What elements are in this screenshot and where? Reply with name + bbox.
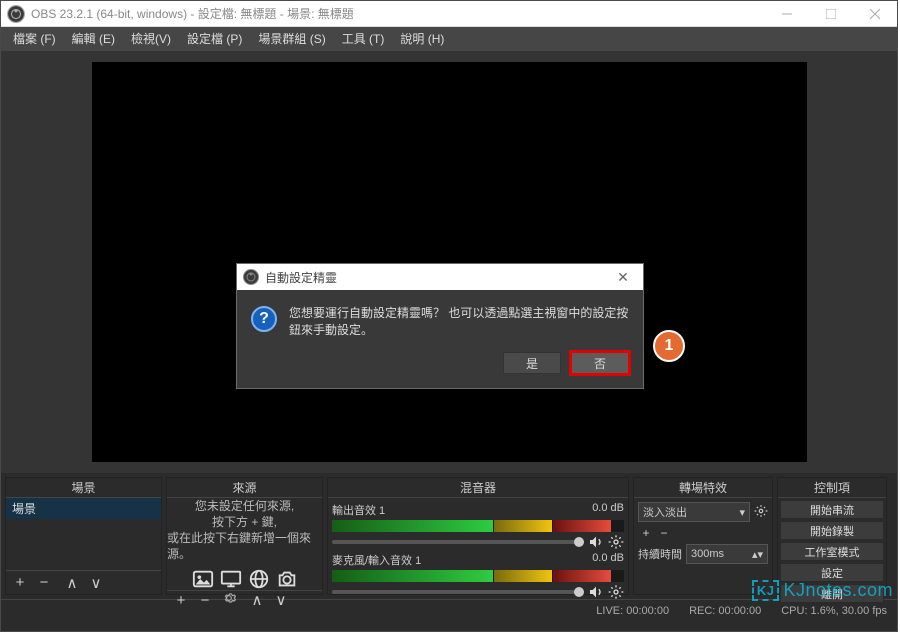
speaker-icon[interactable]	[588, 534, 604, 550]
minimize-button[interactable]	[765, 1, 809, 27]
move-down-icon[interactable]: ∨	[86, 574, 106, 592]
remove-icon[interactable]: −	[656, 526, 672, 540]
titlebar[interactable]: OBS 23.2.1 (64-bit, windows) - 設定檔: 無標題 …	[1, 1, 897, 27]
move-up-icon[interactable]: ∧	[247, 591, 267, 609]
menu-help[interactable]: 說明 (H)	[392, 27, 452, 51]
duration-label: 持續時間	[638, 546, 682, 562]
chevron-down-icon: ▾	[739, 506, 745, 519]
menu-profile[interactable]: 設定檔 (P)	[179, 27, 250, 51]
transitions-body: 淡入淡出▾ + − 持續時間 300ms▴▾	[634, 498, 772, 594]
add-icon[interactable]: +	[171, 592, 191, 609]
menu-edit[interactable]: 編輯 (E)	[64, 27, 123, 51]
scene-item[interactable]: 場景	[6, 498, 161, 519]
dialog-buttons: 是 否	[237, 342, 643, 388]
transition-select[interactable]: 淡入淡出▾	[638, 502, 750, 522]
sources-toolbar: + − ∧ ∨	[167, 590, 322, 609]
sources-header: 來源	[167, 478, 322, 498]
menu-file[interactable]: 檔案 (F)	[5, 27, 64, 51]
camera-source-icon	[276, 568, 298, 590]
maximize-button[interactable]	[809, 1, 853, 27]
obs-logo-icon	[7, 5, 25, 23]
channel-name: 麥克風/輸入音效 1	[332, 552, 421, 568]
transitions-header: 轉場特效	[634, 478, 772, 498]
scenes-list[interactable]: 場景	[6, 498, 161, 570]
add-icon[interactable]: +	[10, 574, 30, 591]
controls-header: 控制項	[778, 478, 886, 498]
audio-meter	[332, 520, 624, 532]
transition-add-remove: + −	[638, 526, 672, 540]
close-button[interactable]	[853, 1, 897, 27]
sources-panel: 來源 您未設定任何來源, 按下方 + 鍵, 或在此按下右鍵新增一個來源。 + −…	[166, 477, 323, 595]
speaker-icon[interactable]	[588, 584, 604, 600]
annotation-badge: 1	[653, 330, 685, 362]
move-up-icon[interactable]: ∧	[62, 574, 82, 592]
gear-icon[interactable]	[608, 534, 624, 550]
menu-view[interactable]: 檢視(V)	[123, 27, 179, 51]
volume-slider[interactable]	[332, 590, 584, 594]
mixer-body: 輸出音效 1 0.0 dB 麥克風/輸入音效 1	[328, 498, 628, 604]
settings-button[interactable]: 設定	[780, 563, 884, 582]
no-button[interactable]: 否	[571, 352, 629, 374]
gear-icon[interactable]	[754, 504, 768, 521]
menubar: 檔案 (F) 編輯 (E) 檢視(V) 設定檔 (P) 場景群組 (S) 工具 …	[1, 27, 897, 51]
preview-canvas[interactable]	[92, 62, 807, 462]
window-buttons	[765, 1, 897, 27]
main-window: OBS 23.2.1 (64-bit, windows) - 設定檔: 無標題 …	[0, 0, 898, 632]
status-cpu: CPU: 1.6%, 30.00 fps	[781, 605, 887, 617]
channel-db: 0.0 dB	[592, 502, 624, 518]
sources-empty-help[interactable]: 您未設定任何來源, 按下方 + 鍵, 或在此按下右鍵新增一個來源。	[167, 498, 322, 590]
exit-button[interactable]: 離開	[780, 584, 884, 603]
dialog-content: ? 您想要運行自動設定精靈嗎？ 也可以透過點選主視窗中的設定按鈕來手動設定。	[237, 290, 643, 342]
mixer-header: 混音器	[328, 478, 628, 498]
remove-icon[interactable]: −	[195, 592, 215, 609]
start-streaming-button[interactable]: 開始串流	[780, 500, 884, 519]
spinner-icon: ▴▾	[752, 548, 763, 561]
close-icon[interactable]: ✕	[603, 269, 643, 286]
scenes-toolbar: + − ∧ ∨	[6, 570, 161, 594]
controls-body: 開始串流 開始錄製 工作室模式 設定 離開	[778, 498, 886, 605]
dialog-titlebar[interactable]: 自動設定精靈 ✕	[237, 264, 643, 290]
sources-help-line: 您未設定任何來源,	[195, 498, 294, 514]
gear-icon[interactable]	[219, 591, 239, 609]
dialog-title: 自動設定精靈	[265, 269, 603, 286]
add-icon[interactable]: +	[638, 526, 654, 540]
mixer-channel: 麥克風/輸入音效 1 0.0 dB	[332, 552, 624, 600]
duration-input[interactable]: 300ms▴▾	[686, 544, 768, 564]
status-live: LIVE: 00:00:00	[596, 605, 669, 617]
window-title: OBS 23.2.1 (64-bit, windows) - 設定檔: 無標題 …	[31, 5, 765, 22]
move-down-icon[interactable]: ∨	[271, 591, 291, 609]
remove-icon[interactable]: −	[34, 574, 54, 591]
mixer-channel: 輸出音效 1 0.0 dB	[332, 502, 624, 550]
auto-config-dialog: 自動設定精靈 ✕ ? 您想要運行自動設定精靈嗎？ 也可以透過點選主視窗中的設定按…	[236, 263, 644, 389]
source-type-icons	[192, 568, 298, 590]
image-source-icon	[192, 568, 214, 590]
dialog-message: 您想要運行自動設定精靈嗎？ 也可以透過點選主視窗中的設定按鈕來手動設定。	[289, 304, 629, 338]
gear-icon[interactable]	[608, 584, 624, 600]
yes-button[interactable]: 是	[503, 352, 561, 374]
transitions-panel: 轉場特效 淡入淡出▾ + − 持續時間 300ms▴▾	[633, 477, 773, 595]
panel-row: 場景 場景 + − ∧ ∨ 來源 您未設定任何來源, 按下方 + 鍵, 或在此按…	[1, 473, 897, 599]
scenes-header: 場景	[6, 478, 161, 498]
mixer-panel: 混音器 輸出音效 1 0.0 dB	[327, 477, 629, 595]
sources-help-line: 按下方 + 鍵,	[212, 514, 277, 530]
status-rec: REC: 00:00:00	[689, 605, 761, 617]
sources-help-line: 或在此按下右鍵新增一個來源。	[167, 530, 322, 562]
menu-tools[interactable]: 工具 (T)	[334, 27, 393, 51]
studio-mode-button[interactable]: 工作室模式	[780, 542, 884, 561]
volume-slider[interactable]	[332, 540, 584, 544]
globe-source-icon	[248, 568, 270, 590]
controls-panel: 控制項 開始串流 開始錄製 工作室模式 設定 離開	[777, 477, 887, 595]
question-icon: ?	[251, 306, 277, 332]
preview-area	[1, 51, 897, 473]
menu-scene-collection[interactable]: 場景群組 (S)	[250, 27, 333, 51]
display-source-icon	[220, 568, 242, 590]
audio-meter	[332, 570, 624, 582]
channel-name: 輸出音效 1	[332, 502, 385, 518]
scenes-panel: 場景 場景 + − ∧ ∨	[5, 477, 162, 595]
channel-db: 0.0 dB	[592, 552, 624, 568]
start-recording-button[interactable]: 開始錄製	[780, 521, 884, 540]
obs-logo-icon	[243, 269, 259, 285]
